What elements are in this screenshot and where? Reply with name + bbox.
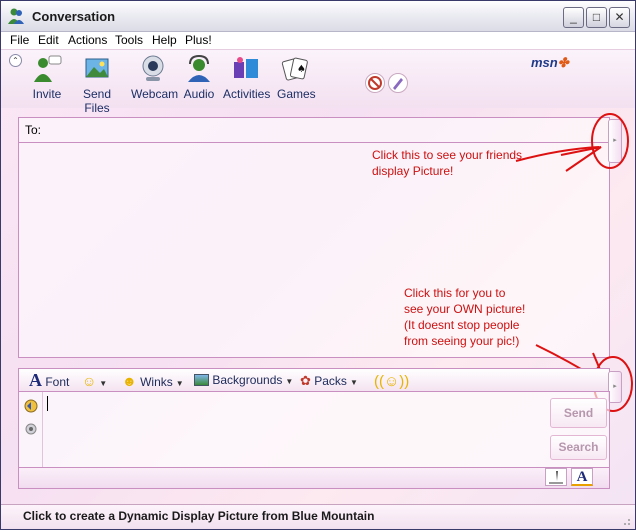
annotation-top-line-1: Click this to see your friends: [372, 148, 523, 162]
to-bar: To:: [18, 117, 610, 143]
backgrounds-icon: [194, 374, 209, 386]
emoticon-button[interactable]: ☺ ▼: [82, 373, 107, 389]
menu-help[interactable]: Help: [152, 33, 177, 47]
toolbar-invite-label: Invite: [32, 87, 62, 101]
backgrounds-dropdown-icon: ▼: [285, 377, 294, 386]
msn-logo: msn✤: [531, 55, 569, 71]
menu-actions[interactable]: Actions: [68, 33, 107, 47]
annotation-bottom: Click this for you to see your OWN pictu…: [404, 285, 525, 349]
search-button[interactable]: Search: [550, 435, 607, 460]
toolbar-webcam[interactable]: Webcam: [131, 54, 179, 101]
smiley-icon: ☺: [82, 373, 97, 389]
annotation-top-line-2: display Picture!: [372, 164, 454, 178]
emoticon-dropdown-icon: ▼: [99, 379, 108, 388]
toolbar-audio-label: Audio: [183, 87, 215, 101]
annotation-bottom-line-1: Click this for you to: [404, 286, 506, 300]
own-picture-toggle[interactable]: ▸: [608, 371, 622, 403]
send-button[interactable]: Send: [550, 398, 607, 428]
winks-button[interactable]: ☻ Winks ▼: [122, 373, 184, 389]
annotation-bottom-line-4: from seeing your pic!): [404, 334, 520, 348]
toolbar-invite[interactable]: Invite: [29, 54, 65, 101]
message-input-area[interactable]: Send Search: [18, 391, 610, 468]
handwriting-mode-button[interactable]: [545, 468, 567, 486]
packs-button[interactable]: ✿ Packs ▼: [300, 373, 358, 389]
toolbar-activities[interactable]: Activities: [223, 54, 271, 101]
menu-file[interactable]: File: [10, 33, 29, 47]
toolbar-send-files-label: Send Files: [82, 87, 112, 115]
games-icon: ♠: [281, 57, 308, 81]
svg-text:♠: ♠: [297, 64, 306, 75]
backgrounds-button[interactable]: Backgrounds ▼: [194, 373, 293, 387]
window-title: Conversation: [32, 9, 116, 24]
winks-dropdown-icon: ▼: [175, 379, 184, 388]
resize-grip-icon[interactable]: [621, 516, 631, 526]
send-files-icon: [85, 58, 109, 78]
title-bar: Conversation _ □ ✕: [1, 1, 635, 32]
type-mode-icon: A: [576, 469, 588, 485]
nudge-button[interactable]: ((☺)): [374, 373, 409, 390]
voice-clip-icon[interactable]: [23, 398, 39, 414]
nudge-icon: ((☺)): [374, 373, 410, 390]
type-mode-button[interactable]: A: [571, 468, 593, 486]
toolbar-activities-label: Activities: [223, 87, 271, 101]
webcam-icon: [142, 55, 164, 81]
msn-logo-text: msn: [531, 55, 558, 70]
block-button[interactable]: [365, 73, 385, 93]
toolbar-audio[interactable]: Audio: [183, 54, 215, 101]
text-cursor: [47, 396, 48, 411]
annotation-top: Click this to see your friends display P…: [372, 147, 522, 179]
to-label: To:: [25, 123, 42, 137]
annotation-bottom-line-2: see your OWN picture!: [404, 302, 526, 316]
toolbar-send-files[interactable]: Send Files: [71, 54, 123, 115]
messenger-buddy-icon: [8, 8, 24, 24]
winks-label: Winks: [140, 375, 173, 389]
toolbar-games[interactable]: ♠ Games: [277, 54, 316, 101]
input-side-strip: [19, 392, 43, 467]
toolbar: ⌃ Invite Send Files Webcam Audio Activit…: [1, 50, 635, 115]
contact-picture-toggle[interactable]: ▸: [608, 119, 622, 163]
audio-icon: [188, 54, 210, 82]
formatting-toolbar: A Font ☺ ▼ ☻ Winks ▼ Backgrounds ▼ ✿ Packs ▼…: [18, 368, 610, 391]
collapse-toolbar-icon[interactable]: ⌃: [9, 54, 22, 67]
block-icon: [368, 76, 382, 90]
status-text[interactable]: Click to create a Dynamic Display Pictur…: [23, 509, 374, 523]
paintbrush-icon: [393, 78, 403, 90]
status-bar[interactable]: Click to create a Dynamic Display Pictur…: [1, 504, 635, 529]
packs-dropdown-icon: ▼: [349, 378, 358, 387]
invite-icon: [34, 55, 62, 82]
toolbar-webcam-label: Webcam: [131, 87, 179, 101]
packs-icon: ✿: [300, 373, 311, 388]
menu-edit[interactable]: Edit: [38, 33, 59, 47]
msn-butterfly-icon: ✤: [557, 55, 569, 70]
annotation-bottom-line-3: (It doesnt stop people: [404, 318, 520, 332]
menu-plus[interactable]: Plus!: [185, 33, 212, 47]
maximize-button[interactable]: □: [586, 7, 607, 28]
conversation-window: Conversation _ □ ✕ File Edit Actions Too…: [0, 0, 636, 530]
menu-bar: File Edit Actions Tools Help Plus!: [1, 32, 635, 50]
backgrounds-label: Backgrounds: [212, 373, 283, 387]
theme-button[interactable]: [388, 73, 408, 93]
font-label: Font: [45, 375, 70, 389]
close-button[interactable]: ✕: [609, 7, 630, 28]
input-mode-bar: A: [18, 468, 610, 489]
winks-icon: ☻: [122, 373, 137, 389]
speaker-icon[interactable]: [24, 422, 38, 436]
minimize-button[interactable]: _: [563, 7, 584, 28]
packs-label: Packs: [314, 374, 347, 388]
toolbar-games-label: Games: [277, 87, 316, 101]
pen-icon: [549, 471, 563, 484]
activities-icon: [234, 57, 258, 78]
font-icon: A: [29, 370, 42, 390]
font-button[interactable]: A Font: [29, 370, 69, 391]
menu-tools[interactable]: Tools: [115, 33, 143, 47]
